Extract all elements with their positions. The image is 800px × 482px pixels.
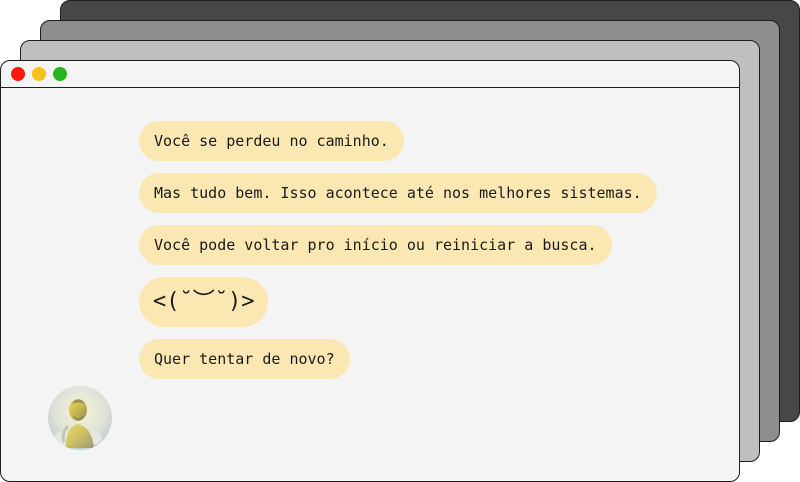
- chat-messages: Você se perdeu no caminho. Mas tudo bem.…: [139, 121, 657, 379]
- chat-bubble-5: Quer tentar de novo?: [139, 339, 350, 379]
- chat-bubble-kaomoji: <(˘︶˘)>: [139, 277, 269, 327]
- avatar-image: [48, 386, 112, 450]
- chat-bubble-2: Mas tudo bem. Isso acontece até nos melh…: [139, 173, 657, 213]
- main-window: Você se perdeu no caminho. Mas tudo bem.…: [0, 60, 740, 482]
- avatar: [48, 386, 112, 450]
- close-button[interactable]: [11, 67, 25, 81]
- title-bar: [1, 61, 739, 88]
- chat-bubble-1: Você se perdeu no caminho.: [139, 121, 404, 161]
- stage: Você se perdeu no caminho. Mas tudo bem.…: [0, 0, 800, 482]
- maximize-button[interactable]: [53, 67, 67, 81]
- chat-bubble-3: Você pode voltar pro início ou reiniciar…: [139, 225, 612, 265]
- minimize-button[interactable]: [32, 67, 46, 81]
